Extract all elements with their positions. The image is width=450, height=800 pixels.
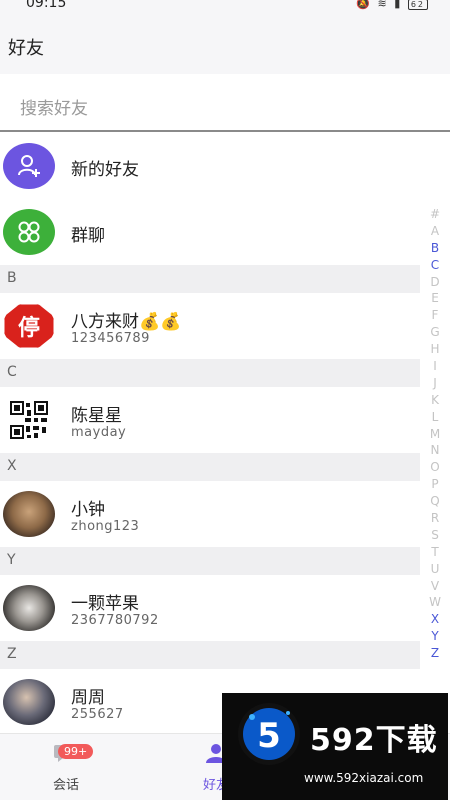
contact-id: zhong123 (71, 519, 140, 534)
page-title: 好友 (8, 38, 44, 59)
index-letter[interactable]: O (424, 459, 446, 476)
index-letter[interactable]: V (424, 578, 446, 595)
qr-code-avatar (3, 397, 55, 443)
avatar (3, 585, 55, 631)
status-icons: 🔕 ≋ ▮ 62 (356, 0, 428, 10)
index-letter[interactable]: X (424, 611, 446, 628)
contact-name: 八方来财💰💰 (71, 312, 182, 332)
status-bar: 09:15 🔕 ≋ ▮ 62 (0, 0, 450, 14)
index-letter[interactable]: L (424, 409, 446, 426)
search-input[interactable]: 搜索好友 (20, 94, 88, 119)
index-letter[interactable]: D (424, 274, 446, 291)
unread-badge: 99+ (58, 744, 94, 759)
avatar: 停 (3, 303, 55, 349)
tab-chats-label: 会话 (52, 778, 79, 793)
status-time: 09:15 (26, 0, 67, 11)
index-letter[interactable]: Y (424, 628, 446, 645)
index-letter[interactable]: H (424, 341, 446, 358)
contact-name: 陈星星 (71, 406, 122, 426)
index-letter[interactable]: S (424, 527, 446, 544)
index-letter[interactable]: U (424, 561, 446, 578)
index-letter[interactable]: # (424, 206, 446, 223)
avatar (3, 491, 55, 537)
index-letter[interactable]: W (424, 594, 446, 611)
new-friends-label: 新的好友 (71, 160, 139, 180)
new-friends-item[interactable]: 新的好友 (0, 133, 420, 199)
contact-item[interactable]: 一颗苹果 2367780792 (0, 575, 420, 641)
contact-item[interactable]: 停 八方来财💰💰 123456789 (0, 293, 420, 359)
index-letter[interactable]: R (424, 510, 446, 527)
index-letter[interactable]: T (424, 544, 446, 561)
wifi-icon: ≋ (377, 0, 389, 10)
signal-icon: ▮ (394, 0, 403, 10)
group-chat-label: 群聊 (71, 226, 105, 246)
alphabet-index[interactable]: # A B C D E F G H I J K L M N O P Q R S T U V W X Y Z (424, 206, 446, 662)
contact-name: 一颗苹果 (71, 594, 139, 614)
index-letter[interactable]: I (424, 358, 446, 375)
header: 好友 (0, 14, 450, 74)
friends-screen: 09:15 🔕 ≋ ▮ 62 好友 搜索好友 新的好友 群聊 B 停 八方来财💰… (0, 0, 450, 800)
contact-name: 小钟 (71, 500, 105, 520)
contact-id: 123456789 (71, 331, 150, 346)
watermark-title: 592下载 (310, 723, 438, 758)
search-bar[interactable]: 搜索好友 (0, 76, 450, 132)
svg-text:5: 5 (257, 716, 281, 756)
index-letter[interactable]: Q (424, 493, 446, 510)
index-letter[interactable]: B (424, 240, 446, 257)
index-letter[interactable]: Z (424, 645, 446, 662)
contact-name: 周周 (71, 688, 105, 708)
add-friend-icon (3, 143, 55, 189)
watermark: 5 592下载 www.592xiazai.com (222, 693, 448, 800)
battery-icon: 62 (407, 0, 428, 10)
index-letter[interactable]: K (424, 392, 446, 409)
index-letter[interactable]: F (424, 307, 446, 324)
watermark-logo: 5 (238, 703, 300, 765)
section-header-x: X (0, 453, 420, 481)
contact-item[interactable]: 陈星星 mayday (0, 387, 420, 453)
index-letter[interactable]: E (424, 290, 446, 307)
contact-id: mayday (71, 425, 127, 440)
group-chat-item[interactable]: 群聊 (0, 199, 420, 265)
index-letter[interactable]: G (424, 324, 446, 341)
svg-text:停: 停 (18, 315, 40, 341)
contact-id: 2367780792 (71, 613, 159, 628)
index-letter[interactable]: P (424, 476, 446, 493)
group-chat-icon (3, 209, 55, 255)
contact-id: 255627 (71, 707, 124, 722)
mute-icon: 🔕 (356, 0, 373, 10)
section-header-c: C (0, 359, 420, 387)
section-header-y: Y (0, 547, 420, 575)
index-letter[interactable]: N (424, 442, 446, 459)
avatar (3, 679, 55, 725)
contact-item[interactable]: 小钟 zhong123 (0, 481, 420, 547)
index-letter[interactable]: M (424, 426, 446, 443)
index-letter[interactable]: A (424, 223, 446, 240)
section-header-z: Z (0, 641, 420, 669)
index-letter[interactable]: J (424, 375, 446, 392)
watermark-url: www.592xiazai.com (304, 771, 424, 785)
index-letter[interactable]: C (424, 257, 446, 274)
section-header-b: B (0, 265, 420, 293)
